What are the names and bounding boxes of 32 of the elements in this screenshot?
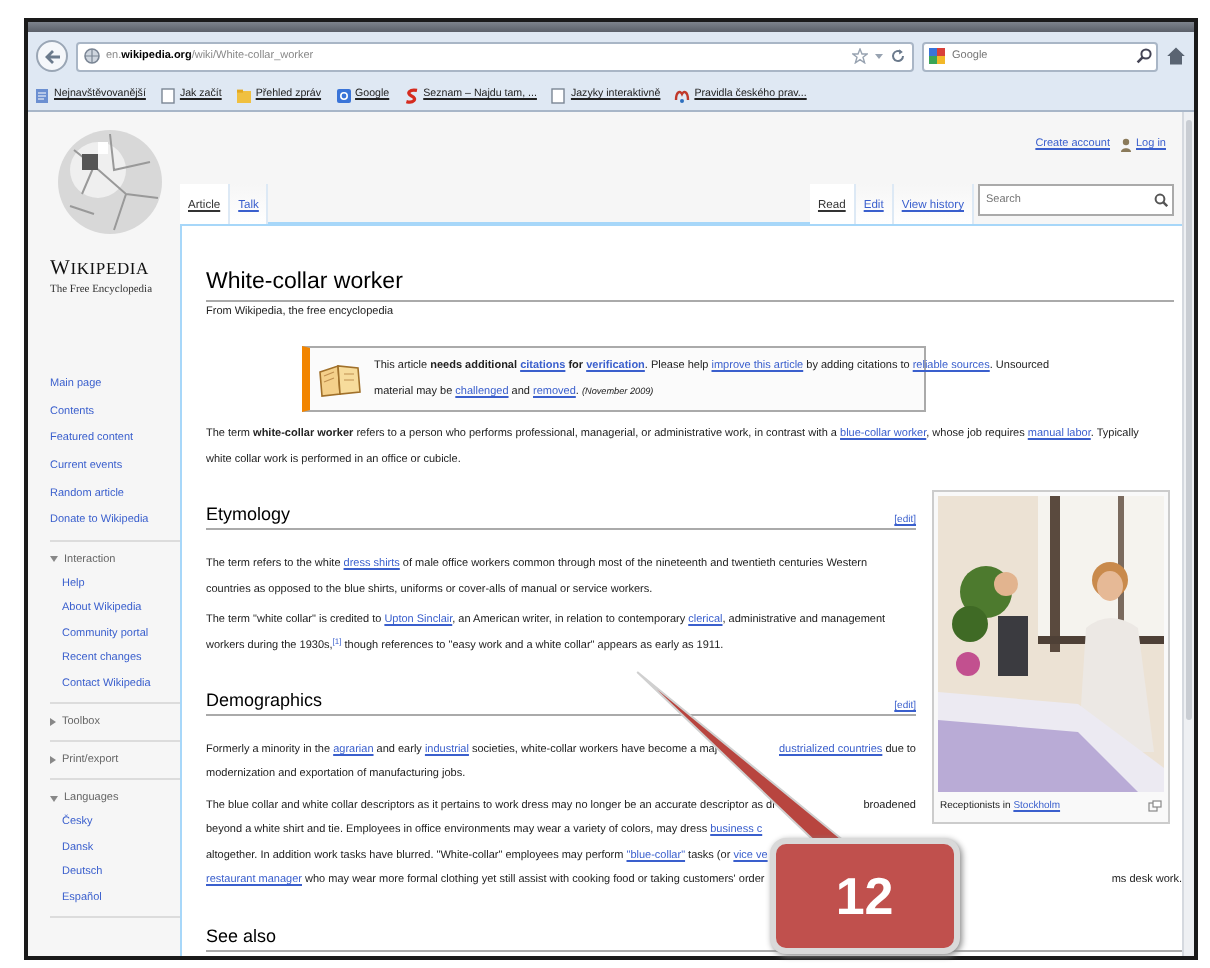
page-title: White-collar worker xyxy=(206,270,1174,302)
wordmark: WIKIPEDIA xyxy=(50,258,151,284)
reload-icon[interactable] xyxy=(890,48,906,64)
globe-icon xyxy=(84,48,100,64)
enlarge-icon[interactable] xyxy=(1148,800,1162,813)
caret-icon xyxy=(50,756,56,765)
page-icon xyxy=(159,87,176,103)
user-icon xyxy=(1120,138,1132,152)
section-heading: Demographics xyxy=(206,690,323,712)
folder-icon xyxy=(235,87,252,103)
caret-icon xyxy=(50,795,58,802)
search-icon[interactable] xyxy=(1136,48,1152,64)
caret-icon xyxy=(50,556,58,563)
search-icon[interactable] xyxy=(1154,193,1168,207)
section-heading: See also xyxy=(206,925,277,948)
book-icon xyxy=(318,361,362,398)
section-heading: Etymology xyxy=(206,504,291,527)
page-icon xyxy=(550,87,567,103)
scrollbar[interactable] xyxy=(1182,112,1194,956)
back-button[interactable] xyxy=(36,40,68,72)
swoosh-icon xyxy=(403,87,420,103)
site-icon xyxy=(674,87,691,103)
back-icon xyxy=(43,47,61,65)
history-icon xyxy=(34,87,50,103)
site-icon xyxy=(335,87,352,103)
search-engine-icon[interactable] xyxy=(928,47,946,65)
home-icon[interactable] xyxy=(1166,46,1186,66)
step-number-callout: 12 xyxy=(769,838,960,955)
caret-icon xyxy=(50,718,56,727)
star-icon[interactable] xyxy=(852,48,868,64)
globe-logo xyxy=(54,126,166,238)
caret-icon[interactable] xyxy=(874,48,884,64)
